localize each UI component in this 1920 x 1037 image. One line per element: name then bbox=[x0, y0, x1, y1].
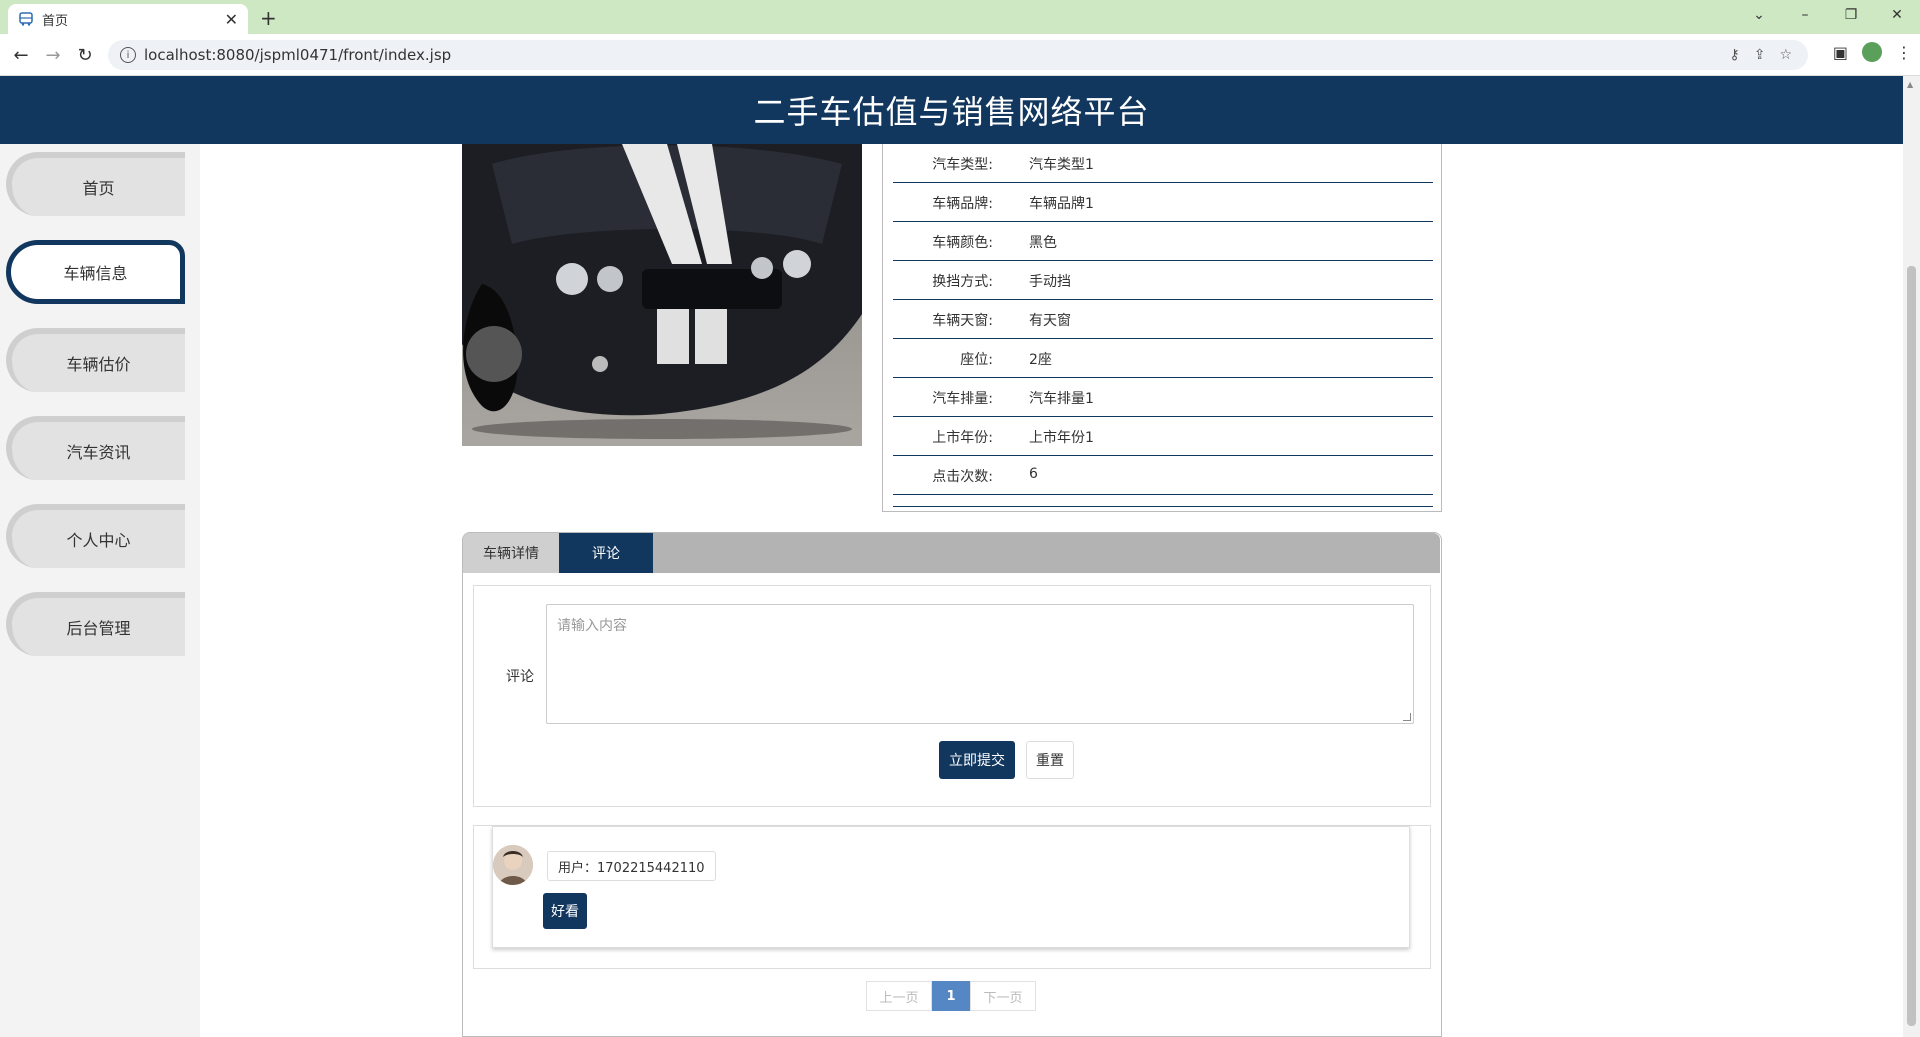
info-key: 车辆颜色: bbox=[932, 235, 993, 251]
submit-button-label: 立即提交 bbox=[949, 753, 1005, 769]
sidebar-item-label: 个人中心 bbox=[66, 531, 131, 550]
tab-label: 评论 bbox=[592, 546, 620, 562]
prev-page-button[interactable]: 上一页 bbox=[866, 981, 932, 1011]
info-key: 汽车类型: bbox=[932, 157, 993, 173]
info-key: 座位: bbox=[960, 352, 993, 368]
info-value: 黑色 bbox=[1029, 235, 1057, 251]
resize-handle-icon[interactable] bbox=[1403, 713, 1411, 721]
browser-toolbar: ← → ↻ i localhost:8080/jspml0471/front/i… bbox=[0, 34, 1920, 76]
info-key: 换挡方式: bbox=[932, 274, 993, 290]
page-1-button[interactable]: 1 bbox=[932, 981, 970, 1011]
sidebar-item-home[interactable]: 首页 bbox=[6, 152, 185, 216]
tab-vehicle-details[interactable]: 车辆详情 bbox=[463, 533, 559, 573]
info-key: 车辆品牌: bbox=[932, 196, 993, 212]
url-text: localhost:8080/jspml0471/front/index.jsp bbox=[144, 46, 452, 64]
sidebar-item-valuation[interactable]: 车辆估价 bbox=[6, 328, 185, 392]
side-panel-icon[interactable]: ▣ bbox=[1833, 43, 1848, 62]
comment-list: 用户：1702215442110 好看 bbox=[473, 825, 1431, 969]
info-value: 手动挡 bbox=[1029, 274, 1071, 290]
profile-icon[interactable] bbox=[1862, 42, 1882, 62]
info-key: 上市年份: bbox=[932, 430, 993, 446]
info-key: 车辆天窗: bbox=[932, 313, 993, 329]
reload-icon[interactable]: ↻ bbox=[72, 42, 98, 68]
window-close-icon[interactable]: ✕ bbox=[1874, 0, 1920, 30]
site-title: 二手车估值与销售网络平台 bbox=[753, 93, 1150, 131]
tab-close-icon[interactable]: ✕ bbox=[225, 10, 238, 29]
key-icon[interactable]: ⚷ bbox=[1729, 47, 1739, 63]
sidebar-item-label: 汽车资讯 bbox=[66, 443, 131, 462]
reset-button-label: 重置 bbox=[1036, 753, 1064, 769]
scrollbar-thumb[interactable] bbox=[1907, 266, 1916, 1026]
info-row: 汽车排量: 汽车排量1 bbox=[893, 378, 1433, 417]
comment-placeholder: 请输入内容 bbox=[557, 618, 627, 634]
user-avatar bbox=[493, 845, 533, 885]
info-value: 汽车排量1 bbox=[1029, 391, 1094, 407]
sidebar: 首页 车辆信息 车辆估价 汽车资讯 个人中心 后台管理 bbox=[0, 144, 200, 1037]
sidebar-item-label: 车辆估价 bbox=[66, 355, 131, 374]
minimize-icon[interactable]: – bbox=[1782, 0, 1828, 30]
site-info-icon[interactable]: i bbox=[120, 47, 136, 63]
comment-textarea[interactable]: 请输入内容 bbox=[546, 604, 1414, 724]
tab-header: 车辆详情 评论 bbox=[463, 533, 1440, 573]
submit-button[interactable]: 立即提交 bbox=[939, 741, 1015, 779]
info-value: 2座 bbox=[1029, 352, 1052, 368]
forward-icon[interactable]: → bbox=[40, 42, 66, 68]
info-value: 6 bbox=[1029, 466, 1038, 482]
browser-tab[interactable]: 首页 ✕ bbox=[8, 4, 248, 34]
sidebar-item-label: 车辆信息 bbox=[63, 264, 128, 283]
info-row: 座位: 2座 bbox=[893, 339, 1433, 378]
comment-user: 用户：1702215442110 bbox=[547, 851, 716, 881]
car-image bbox=[462, 144, 862, 446]
sidebar-item-admin[interactable]: 后台管理 bbox=[6, 592, 185, 656]
info-key: 点击次数: bbox=[932, 469, 993, 485]
info-row: 汽车类型: 汽车类型1 bbox=[893, 144, 1433, 183]
comment-item: 用户：1702215442110 好看 bbox=[492, 826, 1410, 948]
info-row: 车辆天窗: 有天窗 bbox=[893, 300, 1433, 339]
info-row: 点击次数: 6 bbox=[893, 456, 1433, 495]
site-header: 二手车估值与销售网络平台 bbox=[0, 76, 1903, 144]
sidebar-item-news[interactable]: 汽车资讯 bbox=[6, 416, 185, 480]
bookmark-star-icon[interactable]: ☆ bbox=[1779, 47, 1792, 63]
comment-user-text: 用户：1702215442110 bbox=[558, 860, 705, 876]
tab-search-icon[interactable]: ⌄ bbox=[1736, 0, 1782, 30]
pagination: 上一页 1 下一页 bbox=[866, 981, 1036, 1011]
comment-content: 好看 bbox=[543, 893, 587, 929]
info-key: 汽车排量: bbox=[932, 391, 993, 407]
tab-label: 车辆详情 bbox=[483, 546, 539, 562]
info-row: 车辆品牌: 车辆品牌1 bbox=[893, 183, 1433, 222]
page-scrollbar[interactable]: ▲ bbox=[1903, 76, 1920, 1037]
scroll-up-icon[interactable]: ▲ bbox=[1907, 80, 1913, 89]
info-value: 有天窗 bbox=[1029, 313, 1071, 329]
comment-form: 评论 请输入内容 立即提交 重置 bbox=[473, 585, 1431, 807]
sidebar-item-label: 首页 bbox=[82, 179, 115, 198]
sidebar-item-personal-center[interactable]: 个人中心 bbox=[6, 504, 185, 568]
info-row: 车辆颜色: 黑色 bbox=[893, 222, 1433, 261]
info-row: 上市年份: 上市年份1 bbox=[893, 417, 1433, 456]
reset-button[interactable]: 重置 bbox=[1026, 741, 1074, 779]
browser-tab-strip: 首页 ✕ + ⌄ – ❐ ✕ bbox=[0, 0, 1920, 34]
address-bar[interactable]: i localhost:8080/jspml0471/front/index.j… bbox=[108, 40, 1808, 70]
back-icon[interactable]: ← bbox=[8, 42, 34, 68]
share-icon[interactable]: ⇪ bbox=[1754, 47, 1766, 63]
tab-comments[interactable]: 评论 bbox=[559, 533, 653, 573]
window-controls: ⌄ – ❐ ✕ bbox=[1736, 0, 1920, 30]
sidebar-item-label: 后台管理 bbox=[66, 619, 131, 638]
restore-icon[interactable]: ❐ bbox=[1828, 0, 1874, 30]
info-value: 车辆品牌1 bbox=[1029, 196, 1094, 212]
info-value: 汽车类型1 bbox=[1029, 157, 1094, 173]
info-row-spacer bbox=[893, 495, 1433, 507]
detail-tabs: 车辆详情 评论 评论 请输入内容 立即提交 重置 用户：170221544211… bbox=[462, 532, 1442, 1037]
menu-kebab-icon[interactable]: ⋮ bbox=[1896, 43, 1912, 62]
browser-tab-title: 首页 bbox=[42, 13, 69, 29]
sidebar-item-vehicle-info[interactable]: 车辆信息 bbox=[6, 240, 185, 304]
new-tab-icon[interactable]: + bbox=[260, 6, 277, 30]
info-value: 上市年份1 bbox=[1029, 430, 1094, 446]
next-page-button[interactable]: 下一页 bbox=[970, 981, 1036, 1011]
comment-content-text: 好看 bbox=[551, 904, 579, 920]
info-row: 换挡方式: 手动挡 bbox=[893, 261, 1433, 300]
vehicle-info-table: 汽车类型: 汽车类型1 车辆品牌: 车辆品牌1 车辆颜色: 黑色 换挡方式: 手动挡 车… bbox=[882, 144, 1442, 512]
bus-favicon-icon bbox=[18, 11, 34, 27]
comment-label: 评论 bbox=[506, 669, 534, 685]
